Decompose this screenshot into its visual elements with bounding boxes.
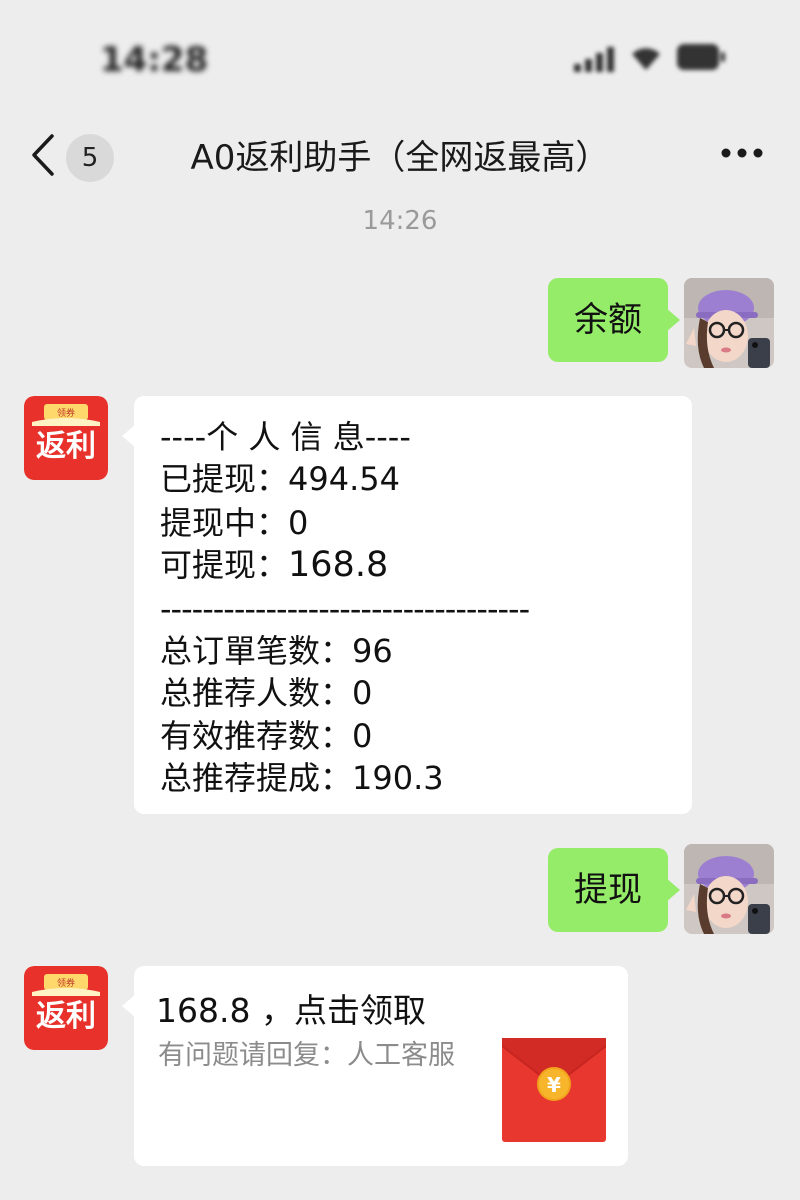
svg-text:¥: ¥ <box>547 1073 561 1097</box>
bot-avatar[interactable]: 返利 领券 <box>24 966 108 1050</box>
signal-icon <box>574 47 614 72</box>
info-value: 168.8 <box>288 545 389 585</box>
info-label: 已提现： <box>160 460 289 498</box>
info-row-pending: 提现中：0 <box>160 502 308 544</box>
incoming-message-account-info[interactable]: ----个 人 信 息---- 已提现：494.54 提现中：0 可提现：168… <box>122 396 692 814</box>
outgoing-message-withdraw[interactable]: 提现 <box>548 848 680 932</box>
battery-icon <box>677 44 725 70</box>
user-avatar[interactable] <box>684 844 774 934</box>
info-label: 总订單笔数： <box>160 632 353 670</box>
user-avatar[interactable] <box>684 278 774 368</box>
status-bar: 14:28 <box>0 0 800 110</box>
outgoing-message-balance[interactable]: 余额 <box>548 278 680 362</box>
bot-avatar[interactable]: 返利 领券 <box>24 396 108 480</box>
info-label: 总推荐人数： <box>160 674 353 712</box>
info-value: 0 <box>352 674 373 712</box>
message-timestamp: 14:26 <box>362 206 438 236</box>
info-value: 494.54 <box>288 460 400 498</box>
info-row-withdrawn: 已提现：494.54 <box>160 458 400 500</box>
chat-title: A0返利助手（全网返最高） <box>190 138 610 178</box>
nav-bar: 5 A0返利助手（全网返最高） <box>0 110 800 202</box>
wifi-icon <box>632 48 660 70</box>
info-row-referrals: 总推荐人数：0 <box>160 672 372 714</box>
bot-avatar-banner: 领券 <box>57 977 75 989</box>
bot-avatar-label: 返利 <box>36 999 96 1034</box>
info-label: 有效推荐数： <box>160 717 353 755</box>
info-label: 可提现： <box>160 546 289 584</box>
red-packet-icon[interactable]: ¥ <box>502 1038 606 1142</box>
info-value: 0 <box>288 504 309 542</box>
incoming-message-red-packet[interactable]: 168.8 ，点击领取 有问题请回复：人工客服 ¥ <box>122 966 628 1166</box>
chat-screen: 14:28 5 A0返利助手（全网返最高） 14:26 余额 返利 领券 ---… <box>0 0 800 1200</box>
rebate-logo-icon: 返利 领券 <box>24 966 108 1050</box>
message-text: 余额 <box>574 300 642 340</box>
bot-avatar-banner: 领券 <box>57 407 75 419</box>
red-packet-title: 168.8 ，点击领取 <box>156 991 426 1030</box>
user-avatar-image <box>684 278 774 368</box>
info-value: 0 <box>352 717 373 755</box>
info-header: ----个 人 信 息---- <box>160 418 411 456</box>
status-time: 14:28 <box>100 40 209 80</box>
info-value: 96 <box>352 632 393 670</box>
info-label: 提现中： <box>160 504 289 542</box>
more-dots-icon[interactable] <box>720 146 764 160</box>
info-divider: ----------------------------------- <box>160 590 530 628</box>
user-avatar-image <box>684 844 774 934</box>
info-row-available: 可提现：168.8 <box>160 544 388 586</box>
red-packet-subtitle: 有问题请回复：人工客服 <box>158 1040 455 1071</box>
info-row-orders: 总订單笔数：96 <box>160 630 393 672</box>
bot-avatar-label: 返利 <box>36 429 96 464</box>
message-text: 提现 <box>574 870 642 910</box>
rebate-logo-icon: 返利 领券 <box>24 396 108 480</box>
info-value: 190.3 <box>352 759 444 797</box>
info-label: 总推荐提成： <box>160 759 353 797</box>
info-row-valid-referrals: 有效推荐数：0 <box>160 715 372 757</box>
info-row-commission: 总推荐提成：190.3 <box>160 757 444 799</box>
